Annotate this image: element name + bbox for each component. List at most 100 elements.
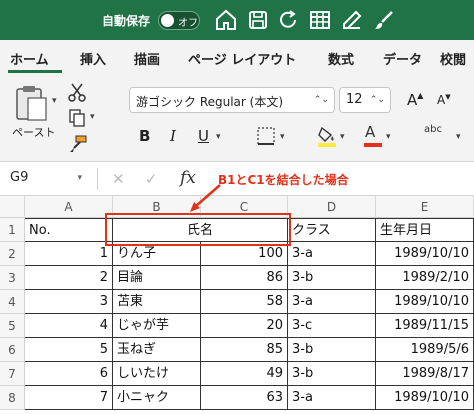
name-box[interactable]: G9 ▾ bbox=[6, 167, 88, 191]
borders-icon[interactable] bbox=[256, 126, 276, 146]
row-header[interactable]: 2 bbox=[0, 242, 25, 266]
cell-no[interactable]: 3 bbox=[25, 290, 113, 314]
cell-date[interactable]: 1989/10/10 bbox=[376, 242, 474, 266]
save-icon[interactable] bbox=[246, 8, 270, 32]
row-header[interactable]: 8 bbox=[0, 386, 25, 410]
toggle-label: オフ bbox=[178, 18, 198, 29]
cell-name[interactable]: じゃが芋 bbox=[113, 314, 201, 338]
borders-chevron-icon[interactable]: ▾ bbox=[280, 132, 285, 142]
select-all-corner[interactable] bbox=[0, 196, 25, 218]
merge-highlight-box bbox=[105, 213, 291, 246]
cell-class[interactable]: 3-b bbox=[288, 338, 376, 362]
cell-d1[interactable]: クラス bbox=[288, 218, 376, 242]
active-tab-indicator bbox=[8, 70, 62, 73]
cut-icon[interactable] bbox=[68, 82, 86, 102]
cell-class[interactable]: 3-c bbox=[288, 314, 376, 338]
ribbon-home: ▾ ペースト ▾ 游ゴシック Regular (本文) ⌃⌄ 12 ⌃⌄ A▲ … bbox=[0, 74, 474, 162]
cell-class[interactable]: 3-a bbox=[288, 242, 376, 266]
cell-score[interactable]: 63 bbox=[201, 386, 288, 410]
grow-font-button[interactable]: A▲ bbox=[407, 91, 423, 109]
cell-no[interactable]: 5 bbox=[25, 338, 113, 362]
cell-a1[interactable]: No. bbox=[25, 218, 113, 242]
merge-annotation: B1とC1を結合した場合 bbox=[218, 173, 349, 187]
column-header-e[interactable]: E bbox=[376, 196, 474, 218]
tab-formulas[interactable]: 数式 bbox=[328, 49, 354, 68]
enter-icon[interactable]: ✓ bbox=[145, 170, 158, 188]
shrink-font-button[interactable]: A▼ bbox=[437, 93, 451, 107]
row-header[interactable]: 4 bbox=[0, 290, 25, 314]
tab-data[interactable]: データ bbox=[383, 49, 422, 68]
underline-button[interactable]: U bbox=[198, 127, 209, 145]
bold-button[interactable]: B bbox=[139, 127, 150, 145]
cell-score[interactable]: 49 bbox=[201, 362, 288, 386]
font-color-icon[interactable]: A bbox=[362, 123, 384, 148]
brush-icon[interactable] bbox=[372, 8, 396, 32]
name-box-chevron-icon: ▾ bbox=[77, 173, 82, 183]
home-icon[interactable] bbox=[214, 8, 238, 32]
phonetic-chevron-icon[interactable]: ▾ bbox=[456, 132, 461, 142]
cell-date[interactable]: 1989/11/15 bbox=[376, 314, 474, 338]
tab-home[interactable]: ホーム bbox=[10, 49, 49, 68]
cell-score[interactable]: 58 bbox=[201, 290, 288, 314]
cell-name[interactable]: 玉ねぎ bbox=[113, 338, 201, 362]
font-size-select[interactable]: 12 ⌃⌄ bbox=[339, 87, 391, 113]
cell-date[interactable]: 1989/2/10 bbox=[376, 266, 474, 290]
tab-page-layout[interactable]: ページ レイアウト bbox=[188, 49, 296, 68]
row-header[interactable]: 7 bbox=[0, 362, 25, 386]
tab-review[interactable]: 校閲 bbox=[440, 49, 466, 68]
cell-e1[interactable]: 生年月日 bbox=[376, 218, 474, 242]
format-painter-icon[interactable] bbox=[68, 134, 88, 154]
fill-color-icon[interactable] bbox=[316, 124, 338, 148]
paste-icon[interactable] bbox=[14, 84, 48, 122]
phonetic-guide-button[interactable]: abc bbox=[424, 124, 442, 135]
fill-color-chevron-icon[interactable]: ▾ bbox=[340, 132, 345, 142]
cell-date[interactable]: 1989/10/10 bbox=[376, 290, 474, 314]
column-header-a[interactable]: A bbox=[25, 196, 113, 218]
cell-date[interactable]: 1989/8/17 bbox=[376, 362, 474, 386]
row-header[interactable]: 6 bbox=[0, 338, 25, 362]
cell-name[interactable]: 苫東 bbox=[113, 290, 201, 314]
cell-no[interactable]: 6 bbox=[25, 362, 113, 386]
cell-name[interactable]: 小ニャク bbox=[113, 386, 201, 410]
cancel-icon[interactable]: ✕ bbox=[112, 170, 125, 188]
cell-class[interactable]: 3-a bbox=[288, 290, 376, 314]
cell-class[interactable]: 3-b bbox=[288, 362, 376, 386]
edit-icon[interactable] bbox=[340, 8, 364, 32]
table-icon[interactable] bbox=[308, 8, 332, 32]
grow-arrow-icon: ▲ bbox=[417, 91, 424, 100]
row-header[interactable]: 1 bbox=[0, 218, 25, 242]
row-header[interactable]: 5 bbox=[0, 314, 25, 338]
ribbon-tabs: ホーム 挿入 描画 ページ レイアウト 数式 データ 校閲 bbox=[0, 40, 474, 74]
underline-chevron-icon[interactable]: ▾ bbox=[216, 132, 221, 142]
cell-name[interactable]: 目論 bbox=[113, 266, 201, 290]
cell-score[interactable]: 20 bbox=[201, 314, 288, 338]
autosave-toggle[interactable]: オフ bbox=[158, 11, 200, 30]
cell-date[interactable]: 1989/10/10 bbox=[376, 386, 474, 410]
tab-draw[interactable]: 描画 bbox=[134, 49, 160, 68]
tab-insert[interactable]: 挿入 bbox=[80, 49, 106, 68]
column-header-d[interactable]: D bbox=[288, 196, 376, 218]
copy-dropdown-chevron-icon[interactable]: ▾ bbox=[90, 112, 95, 122]
font-name-select[interactable]: 游ゴシック Regular (本文) ⌃⌄ bbox=[129, 87, 335, 113]
font-name-value: 游ゴシック Regular (本文) bbox=[136, 95, 284, 109]
cell-no[interactable]: 2 bbox=[25, 266, 113, 290]
row-header[interactable]: 3 bbox=[0, 266, 25, 290]
copy-icon[interactable] bbox=[68, 108, 86, 128]
font-color-chevron-icon[interactable]: ▾ bbox=[386, 132, 391, 142]
cell-class[interactable]: 3-a bbox=[288, 386, 376, 410]
refresh-icon[interactable] bbox=[276, 8, 300, 32]
paste-dropdown-chevron-icon[interactable]: ▾ bbox=[52, 96, 57, 106]
cell-no[interactable]: 4 bbox=[25, 314, 113, 338]
insert-function-button[interactable]: fx bbox=[180, 168, 196, 188]
cell-score[interactable]: 85 bbox=[201, 338, 288, 362]
shrink-arrow-icon: ▼ bbox=[445, 93, 451, 101]
cell-score[interactable]: 86 bbox=[201, 266, 288, 290]
font-name-chevron-icon: ⌃⌄ bbox=[313, 95, 329, 105]
italic-button[interactable]: I bbox=[170, 127, 176, 145]
cell-name[interactable]: しいたけ bbox=[113, 362, 201, 386]
cell-no[interactable]: 1 bbox=[25, 242, 113, 266]
cell-no[interactable]: 7 bbox=[25, 386, 113, 410]
cell-class[interactable]: 3-b bbox=[288, 266, 376, 290]
formula-separator bbox=[97, 168, 98, 190]
cell-date[interactable]: 1989/5/6 bbox=[376, 338, 474, 362]
